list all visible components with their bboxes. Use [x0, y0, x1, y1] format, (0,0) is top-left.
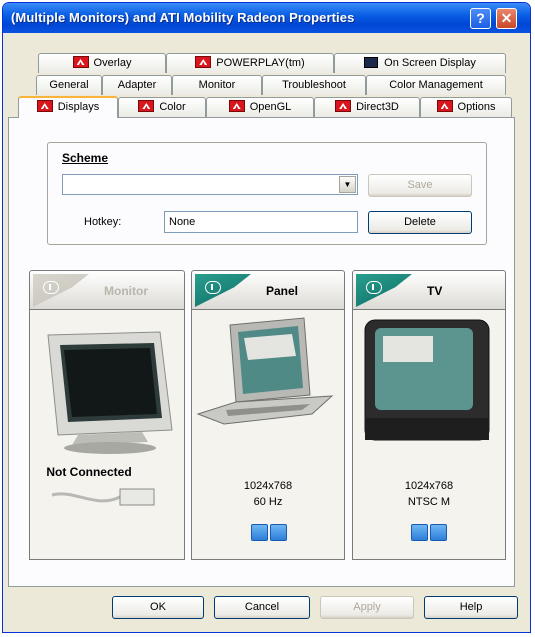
ati-logo-icon — [195, 56, 212, 68]
save-button[interactable]: Save — [368, 174, 472, 197]
cancel-button[interactable]: Cancel — [214, 596, 310, 619]
power-toggle-icon — [366, 281, 382, 294]
help-title-button[interactable]: ? — [470, 8, 491, 29]
help-button[interactable]: Help — [424, 596, 518, 619]
monitor-icon — [364, 57, 379, 68]
tv-device-toggle[interactable]: TV — [352, 270, 506, 310]
tab-monitor[interactable]: Monitor — [172, 75, 262, 95]
scheme-label: Scheme — [62, 151, 109, 165]
monitor-device-box[interactable] — [29, 310, 185, 560]
tv-resolution: 1024x768 — [404, 480, 454, 492]
hotkey-field[interactable]: None — [164, 211, 358, 233]
apply-button[interactable]: Apply — [320, 596, 414, 619]
ok-button[interactable]: OK — [112, 596, 204, 619]
not-connected-status: Not Connected — [46, 465, 132, 479]
power-toggle-icon — [43, 281, 59, 294]
tab-color-management[interactable]: Color Management — [366, 75, 506, 95]
tv-device-label: TV — [427, 284, 443, 298]
tab-options[interactable]: Options — [420, 97, 512, 117]
chevron-down-icon[interactable]: ▼ — [339, 176, 356, 193]
primary-display-icon[interactable] — [411, 524, 428, 541]
tab-opengl[interactable]: OpenGL — [206, 97, 314, 117]
tab-direct3d[interactable]: Direct3D — [314, 97, 420, 117]
panel-swoosh — [195, 274, 251, 307]
window-title: (Multiple Monitors) and ATI Mobility Rad… — [11, 10, 355, 25]
power-toggle-icon — [205, 281, 221, 294]
tv-icon — [364, 319, 490, 441]
crt-monitor-icon — [47, 331, 173, 454]
tab-color[interactable]: Color — [118, 97, 206, 117]
clone-display-icon[interactable] — [270, 524, 287, 541]
tv-swoosh — [356, 274, 412, 307]
panel-device-label: Panel — [266, 284, 299, 298]
ati-logo-icon — [36, 100, 53, 112]
monitor-swoosh — [33, 274, 89, 307]
tab-overlay[interactable]: Overlay — [38, 53, 166, 73]
laptop-icon — [196, 317, 334, 425]
ati-logo-icon — [436, 100, 453, 112]
ati-logo-icon — [335, 100, 352, 112]
ati-logo-icon — [138, 100, 155, 112]
tab-general[interactable]: General — [36, 75, 102, 95]
primary-display-icon[interactable] — [251, 524, 268, 541]
scheme-dropdown[interactable]: ▼ — [62, 174, 358, 195]
panel-device-toggle[interactable]: Panel — [191, 270, 345, 310]
title-bar[interactable]: (Multiple Monitors) and ATI Mobility Rad… — [3, 3, 530, 33]
tab-troubleshoot[interactable]: Troubleshoot — [262, 75, 366, 95]
tab-powerplay[interactable]: POWERPLAY(tm) — [166, 53, 334, 73]
panel-device-box[interactable]: 1024x768 60 Hz — [191, 310, 345, 560]
cable-icon — [51, 488, 155, 506]
delete-button[interactable]: Delete — [368, 211, 472, 234]
panel-refresh-rate: 60 Hz — [253, 496, 283, 508]
close-button[interactable]: ✕ — [496, 8, 517, 29]
scheme-group: Scheme ▼ Save Hotkey: None Delete — [47, 142, 487, 245]
clone-display-icon[interactable] — [430, 524, 447, 541]
monitor-device-toggle[interactable]: Monitor — [29, 270, 185, 310]
panel-resolution: 1024x768 — [243, 480, 293, 492]
ati-logo-icon — [72, 56, 89, 68]
tab-displays[interactable]: Displays — [18, 96, 118, 118]
ati-logo-icon — [228, 100, 245, 112]
tv-device-box[interactable]: 1024x768 NTSC M — [352, 310, 506, 560]
tv-standard: NTSC M — [407, 496, 451, 508]
hotkey-label: Hotkey: — [84, 216, 122, 228]
tab-adapter[interactable]: Adapter — [102, 75, 172, 95]
tab-on-screen-display[interactable]: On Screen Display — [334, 53, 506, 73]
monitor-device-label: Monitor — [104, 284, 148, 298]
